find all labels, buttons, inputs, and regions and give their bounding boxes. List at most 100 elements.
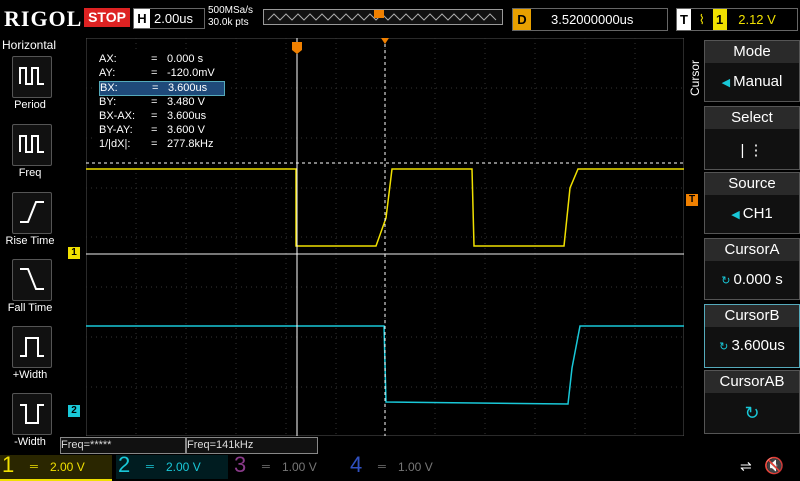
readout-eq: = (151, 138, 158, 150)
readout-name: AY: (99, 67, 116, 79)
readout-row-bx-ax: BX-AX: = 3.600us (99, 110, 223, 123)
readout-name: BY: (99, 96, 117, 108)
readout-row-bx: BX: = 3.600us (99, 81, 225, 96)
readout-eq: = (151, 67, 158, 79)
readout-value: 3.600 V (167, 124, 205, 136)
cursora-softkey[interactable]: CursorA ↻ 0.000 s (704, 238, 800, 300)
readout-eq: = (151, 53, 158, 65)
source-softkey[interactable]: Source ◀ CH1 (704, 172, 800, 234)
ch1-scale: 2.00 V (50, 460, 85, 474)
cursorb-softkey[interactable]: CursorB ↻ 3.600us (704, 304, 800, 368)
dc-coupling-icon: ═ (30, 461, 38, 473)
readout-name: BX-AX: (99, 110, 136, 122)
plus-width-button[interactable] (12, 326, 52, 368)
minus-width-icon (20, 404, 44, 424)
trigger-display[interactable]: T ⌇ 1 2.12 V (676, 8, 798, 31)
readout-row-ax: AX: = 0.000 s (99, 53, 223, 66)
menu-title: Cursor (688, 60, 702, 97)
readout-value: 277.8kHz (167, 138, 214, 150)
horizontal-icon: H (134, 9, 150, 28)
cursora-value: ↻ 0.000 s (705, 271, 799, 288)
ch1-status[interactable]: 1 ═ 2.00 V (0, 452, 112, 481)
ch2-status[interactable]: 2 ═ 2.00 V (116, 452, 228, 479)
trigger-source-badge: 1 (712, 9, 727, 30)
cursora-title: CursorA (705, 239, 799, 261)
ch1-number: 1 (2, 452, 15, 477)
rigol-logo: RIGOL (4, 6, 83, 31)
rise-time-icon (20, 201, 44, 223)
readout-value: -120.0mV (167, 67, 215, 79)
readout-eq: = (151, 124, 158, 136)
ch3-number: 3 (234, 452, 247, 477)
readout-eq: = (151, 110, 158, 122)
rotate-knob-icon: ↻ (744, 403, 760, 423)
rise-time-label: Rise Time (5, 235, 55, 247)
cursorb-title: CursorB (705, 305, 799, 327)
readout-eq: = (151, 96, 158, 108)
freq-button[interactable] (12, 124, 52, 166)
trigger-level-value: 2.12 V (738, 12, 776, 27)
sample-rate-display: 500MSa/s 30.0k pts (208, 5, 253, 29)
readout-name: AX: (99, 53, 117, 65)
ch3-scale: 1.00 V (282, 460, 317, 474)
minus-width-button[interactable] (12, 393, 52, 435)
dc-coupling-icon: ═ (262, 461, 270, 473)
delay-display[interactable]: D 3.52000000us (512, 8, 668, 31)
minus-width-label: -Width (14, 436, 46, 448)
run-stop-indicator[interactable]: STOP (84, 8, 130, 27)
fall-time-button[interactable] (12, 259, 52, 301)
period-icon (19, 67, 44, 85)
freq-counter-right: Freq=141kHz (186, 437, 318, 454)
dc-coupling-icon: ═ (378, 461, 386, 473)
ch2-level-marker[interactable]: 2 (68, 405, 80, 417)
sample-rate: 500MSa/s (208, 5, 254, 16)
ch2-number: 2 (118, 452, 131, 477)
mode-value-text: Manual (733, 73, 783, 90)
rising-edge-icon: ⌇ (698, 12, 705, 27)
plus-width-icon (20, 337, 44, 357)
left-arrow-icon: ◀ (731, 209, 743, 221)
cursorb-value-text: 3.600us (731, 337, 785, 354)
cursorab-softkey[interactable]: CursorAB ↻ (704, 370, 800, 434)
fall-time-icon (20, 268, 44, 290)
source-value: ◀ CH1 (705, 205, 799, 222)
readout-row-inv-dx: 1/|dX|: = 277.8kHz (99, 138, 223, 151)
readout-value: 0.000 s (167, 53, 204, 65)
memory-depth: 30.0k pts (208, 17, 249, 28)
trigger-icon: T (677, 9, 691, 30)
mode-value: ◀ Manual (705, 73, 799, 90)
readout-value: 3.480 V (167, 96, 205, 108)
timebase-value: 2.00us (154, 11, 194, 26)
ch1-level-marker[interactable]: 1 (68, 247, 80, 259)
readout-name: 1/|dX|: (99, 138, 131, 150)
cursorb-value: ↻ 3.600us (705, 337, 799, 354)
rotate-knob-icon: ↻ (719, 341, 732, 353)
dc-coupling-icon: ═ (146, 461, 154, 473)
mode-softkey[interactable]: Mode ◀ Manual (704, 40, 800, 102)
ch2-scale: 2.00 V (166, 460, 201, 474)
select-softkey[interactable]: Select | ⋮ (704, 106, 800, 170)
readout-value: 3.600us (168, 82, 208, 94)
fall-time-label: Fall Time (7, 302, 53, 314)
ch3-status[interactable]: 3 ═ 1.00 V (232, 452, 344, 479)
ch4-number: 4 (350, 452, 363, 477)
timebase-display[interactable]: H 2.00us (133, 8, 205, 29)
memory-position-bar[interactable] (263, 9, 503, 25)
cursorab-title: CursorAB (705, 371, 799, 393)
delay-value: 3.52000000us (551, 12, 634, 27)
readout-eq: = (152, 82, 159, 94)
usb-icon: ⇌ (740, 458, 752, 474)
freq-label: Freq (18, 167, 42, 179)
ch4-status[interactable]: 4 ═ 1.00 V (348, 452, 460, 479)
speaker-mute-icon[interactable]: 🔇 (764, 456, 784, 476)
cursor-readout-panel: AX: = 0.000 s AY: = -120.0mV BX: = 3.600us BY:… (95, 49, 227, 157)
select-title: Select (705, 107, 799, 129)
readout-name: BX: (100, 82, 118, 94)
period-button[interactable] (12, 56, 52, 98)
rise-time-button[interactable] (12, 192, 52, 234)
freq-icon (19, 135, 44, 153)
readout-name: BY-AY: (99, 124, 133, 136)
cursora-value-text: 0.000 s (733, 271, 783, 288)
readout-value: 3.600us (167, 110, 207, 122)
trigger-level-marker[interactable]: T (686, 194, 698, 206)
